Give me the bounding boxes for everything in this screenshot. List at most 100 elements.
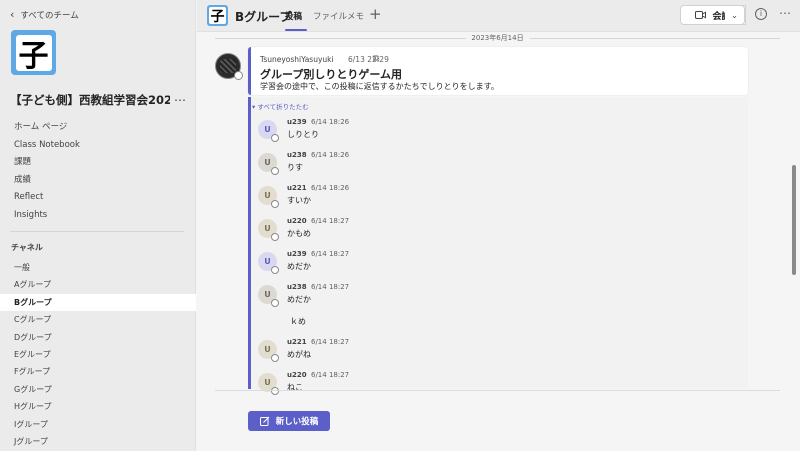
channel-item-f[interactable]: Fグループ — [0, 363, 196, 380]
team-name[interactable]: 【子ども側】西教組学習会20230… — [10, 92, 170, 108]
sidebar-divider — [10, 231, 184, 232]
reply-text: かもめ — [287, 229, 311, 238]
reply-author[interactable]: u238 — [287, 151, 307, 159]
team-nav: ホーム ページ Class Notebook 課題 成績 Reflect Ins… — [0, 119, 196, 224]
reply-item[interactable]: U u221 6/14 18:27 めがね — [258, 338, 558, 368]
reply-item[interactable]: U u239 6/14 18:27 めだか — [258, 250, 558, 280]
presence-status-icon — [271, 134, 279, 142]
reply-text: ねこ — [287, 383, 303, 392]
reply-timestamp: 6/14 18:26 — [311, 118, 350, 126]
back-to-teams-link[interactable]: ‹ すべてのチーム — [10, 8, 79, 21]
reply-item[interactable]: U u221 6/14 18:26 すいか — [258, 184, 558, 214]
new-post-button[interactable]: 新しい投稿 — [248, 411, 330, 431]
more-options-icon[interactable]: … — [174, 90, 186, 104]
reply-text: すいか — [287, 196, 311, 205]
post-timestamp: 6/13 22:29 — [348, 55, 389, 64]
presence-status-icon — [271, 354, 279, 362]
reply-text: めだか — [287, 262, 311, 271]
channel-item-j[interactable]: Jグループ — [0, 433, 196, 450]
post-card[interactable]: TsuneyoshiYasuyuki 6/13 22:29 ⧉ グループ別しりと… — [248, 47, 748, 95]
channel-logo-glyph: 子 — [209, 7, 226, 25]
channel-item-g[interactable]: Gグループ — [0, 381, 196, 398]
presence-status-icon — [271, 233, 279, 241]
back-label: すべてのチーム — [20, 10, 79, 21]
nav-item-insights[interactable]: Insights — [0, 207, 196, 225]
reply-timestamp: 6/14 18:27 — [311, 217, 350, 225]
more-options-icon[interactable]: ⋯ — [779, 6, 791, 20]
reply-text: めだか — [287, 295, 311, 304]
copy-icon[interactable]: ⧉ — [373, 54, 379, 64]
post-author[interactable]: TsuneyoshiYasuyuki — [260, 55, 334, 64]
compose-divider — [215, 390, 780, 391]
tab-notes[interactable]: メモ — [347, 10, 364, 22]
channel-item-h[interactable]: Hグループ — [0, 398, 196, 415]
reply-item[interactable]: U u239 6/14 18:26 しりとり — [258, 118, 558, 148]
nav-item-reflect[interactable]: Reflect — [0, 189, 196, 207]
collapse-all-link[interactable]: ▾ すべて折りたたむ — [252, 101, 309, 111]
presence-status-icon — [271, 387, 279, 395]
presence-status-icon — [271, 167, 279, 175]
tab-files[interactable]: ファイル — [313, 10, 347, 22]
reply-timestamp: 6/14 18:27 — [311, 250, 350, 258]
feed-scrollbar[interactable] — [792, 165, 796, 275]
nav-item-grades[interactable]: 成績 — [0, 172, 196, 190]
presence-status-icon — [271, 299, 279, 307]
channel-header: 子 Bグループ 投稿 ファイル メモ + 会議 ⌄ i ⋯ — [197, 0, 800, 32]
post-body: 学習会の途中で、この投稿に返信するかたちでしりとりをします。 — [260, 82, 499, 91]
channel-item-d[interactable]: Dグループ — [0, 329, 196, 346]
channel-item-b[interactable]: Bグループ — [0, 293, 196, 312]
reply-item[interactable]: U u238 6/14 18:26 りす — [258, 151, 558, 181]
new-post-label: 新しい投稿 — [275, 417, 319, 427]
nav-item-assignments[interactable]: 課題 — [0, 154, 196, 172]
reply-text: めがね — [287, 350, 311, 359]
date-separator: 2023年6月14日 — [215, 33, 780, 43]
channel-item-e[interactable]: Eグループ — [0, 346, 196, 363]
date-separator-label: 2023年6月14日 — [465, 33, 530, 43]
reply-timestamp: 6/14 18:26 — [311, 184, 350, 192]
reply-author[interactable]: u220 — [287, 217, 307, 225]
presence-status-icon — [271, 266, 279, 274]
channel-title: Bグループ — [235, 10, 292, 24]
video-camera-icon — [695, 11, 707, 19]
nav-item-home[interactable]: ホーム ページ — [0, 119, 196, 137]
team-logo: 子 — [11, 30, 56, 75]
channel-item-c[interactable]: Cグループ — [0, 311, 196, 328]
reply-item[interactable]: U u238 6/14 18:27 めだか — [258, 283, 558, 313]
reply-author[interactable]: u239 — [287, 250, 307, 258]
reply-text: りす — [287, 163, 303, 172]
reply-author[interactable]: u221 — [287, 338, 307, 346]
reply-item[interactable]: U u220 6/14 18:27 ねこ — [258, 371, 558, 401]
tab-posts[interactable]: 投稿 — [285, 10, 302, 22]
channels-heading: チャネル — [11, 243, 43, 252]
nav-item-class-notebook[interactable]: Class Notebook — [0, 137, 196, 155]
reply-author[interactable]: u220 — [287, 371, 307, 379]
add-tab-icon[interactable]: + — [369, 5, 382, 23]
chevron-left-icon: ‹ — [10, 8, 15, 21]
channel-item-general[interactable]: 一般 — [0, 259, 196, 276]
reply-timestamp: 6/14 18:26 — [311, 151, 350, 159]
reply-item[interactable]: U u220 6/14 18:27 かもめ — [258, 217, 558, 247]
channel-logo: 子 — [207, 5, 228, 26]
team-logo-glyph: 子 — [15, 34, 52, 74]
reply-timestamp: 6/14 18:27 — [311, 338, 350, 346]
channel-item-a[interactable]: Aグループ — [0, 276, 196, 293]
compose-icon — [259, 416, 270, 426]
avatar-image — [220, 59, 236, 73]
reply-timestamp: 6/14 18:27 — [311, 371, 350, 379]
presence-status-icon — [234, 71, 243, 80]
meet-dropdown-chevron-icon[interactable]: ⌄ — [725, 5, 745, 25]
sidebar: ‹ すべてのチーム 子 【子ども側】西教組学習会20230… … ホーム ページ… — [0, 0, 196, 451]
presence-status-icon — [271, 200, 279, 208]
channel-item-i[interactable]: Iグループ — [0, 416, 196, 433]
info-icon[interactable]: i — [755, 8, 767, 20]
collapse-all-label: すべて折りたたむ — [257, 103, 309, 111]
reply-text-continuation: ｋめ — [290, 317, 306, 326]
reply-author[interactable]: u239 — [287, 118, 307, 126]
active-tab-indicator — [285, 29, 307, 31]
reply-text: しりとり — [287, 130, 319, 139]
reply-timestamp: 6/14 18:27 — [311, 283, 350, 291]
channel-list: 一般 Aグループ Bグループ Cグループ Dグループ Eグループ Fグループ G… — [0, 259, 196, 450]
reply-author[interactable]: u238 — [287, 283, 307, 291]
reply-author[interactable]: u221 — [287, 184, 307, 192]
post-subject: グループ別しりとりゲーム用 — [260, 68, 403, 81]
